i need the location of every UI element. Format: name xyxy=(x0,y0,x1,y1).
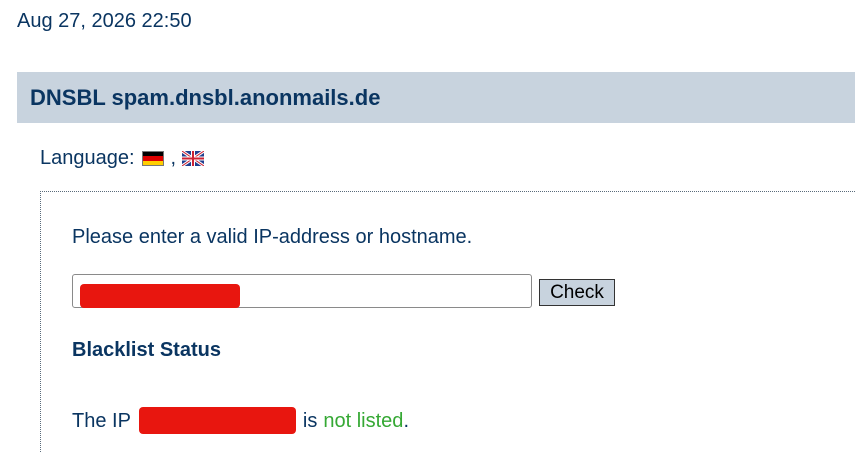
ip-hostname-input[interactable] xyxy=(72,274,532,308)
language-label: Language: xyxy=(40,147,135,169)
result-middle: is xyxy=(302,409,318,432)
german-flag-icon[interactable] xyxy=(141,150,164,166)
result-prefix: The IP xyxy=(72,409,131,432)
timestamp: Aug 27, 2026 22:50 xyxy=(17,10,192,32)
result-suffix: . xyxy=(403,409,409,432)
blacklist-status-heading: Blacklist Status xyxy=(72,339,221,361)
page-title: DNSBL spam.dnsbl.anonmails.de xyxy=(30,85,381,110)
listing-status: not listed xyxy=(323,409,404,432)
header-bar: DNSBL spam.dnsbl.anonmails.de xyxy=(17,72,855,123)
language-selector: Language: , xyxy=(40,146,205,170)
language-separator: , xyxy=(170,147,177,169)
lookup-prompt: Please enter a valid IP-address or hostn… xyxy=(72,226,473,248)
redacted-input-value xyxy=(80,284,240,308)
redacted-ip-value xyxy=(138,407,296,434)
uk-flag-icon[interactable] xyxy=(182,150,205,166)
check-button[interactable]: Check xyxy=(539,279,615,306)
lookup-panel: Please enter a valid IP-address or hostn… xyxy=(40,191,855,452)
blacklist-result: The IP is not listed. xyxy=(72,407,409,434)
